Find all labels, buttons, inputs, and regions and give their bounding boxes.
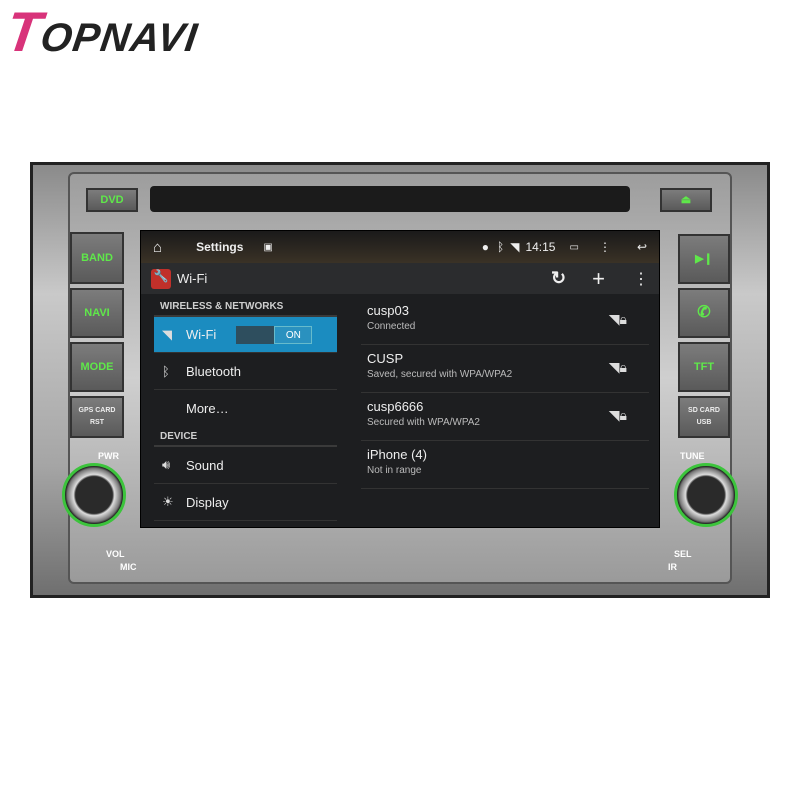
network-name: cusp03: [367, 303, 409, 318]
phone-icon: ✆: [697, 304, 711, 321]
network-item[interactable]: CUSP Saved, secured with WPA/WPA2 ◥🔒︎: [361, 345, 649, 393]
eject-icon: ⏏: [680, 194, 692, 206]
bluetooth-icon: ᛒ: [497, 240, 505, 254]
sel-label: SEL: [674, 549, 692, 559]
display-label: Display: [186, 494, 229, 510]
status-bar: ⌂ Settings ▣ ● ᛒ ◥ 14:15 ▭ ⋮ ↩: [141, 231, 659, 263]
network-status: Saved, secured with WPA/WPA2: [367, 369, 513, 380]
settings-app-icon: 🔧: [151, 268, 171, 289]
tune-label: TUNE: [680, 451, 705, 461]
wifi-lock-icon: ◥🔒︎: [608, 359, 627, 375]
topnavi-logo: TOPNAVI: [2, 0, 201, 63]
image-icon: ▣: [263, 241, 273, 253]
navi-button[interactable]: NAVI: [70, 288, 124, 338]
play-pause-icon: ▶❙: [695, 253, 713, 265]
sound-icon: 🔊︎: [162, 457, 171, 472]
play-pause-button[interactable]: ▶❙: [678, 234, 730, 284]
clock: 14:15: [525, 240, 556, 254]
mic-label: MIC: [120, 562, 137, 572]
settings-list: WIRELESS & NETWORKS ◥ Wi-Fi ON ᛒ Bluetooth …: [154, 297, 337, 521]
back-icon[interactable]: ↩: [637, 240, 647, 254]
network-item[interactable]: iPhone (4) Not in range: [361, 441, 649, 489]
band-button[interactable]: BAND: [70, 232, 124, 284]
network-item[interactable]: cusp03 Connected ◥🔒︎: [361, 297, 649, 345]
bluetooth-label: Bluetooth: [186, 363, 241, 379]
network-name: cusp6666: [367, 399, 424, 414]
section-wireless-networks: WIRELESS & NETWORKS: [154, 297, 337, 317]
action-title: Wi-Fi: [177, 271, 208, 286]
wifi-toggle[interactable]: ON: [236, 325, 313, 344]
network-item[interactable]: cusp6666 Secured with WPA/WPA2 ◥🔒︎: [361, 393, 649, 441]
network-name: CUSP: [367, 351, 404, 366]
network-name: iPhone (4): [367, 447, 427, 462]
display-icon: ☀︎: [162, 494, 174, 509]
eject-button[interactable]: ⏏: [660, 188, 712, 212]
dvd-button[interactable]: DVD: [86, 188, 138, 212]
ir-label: IR: [668, 562, 677, 572]
location-icon: ●: [481, 240, 490, 254]
menu-icon[interactable]: ⋮: [599, 240, 611, 254]
sd-card-usb-button[interactable]: SD CARD USB: [678, 396, 730, 438]
settings-item-wifi[interactable]: ◥ Wi-Fi ON: [154, 317, 337, 353]
refresh-icon[interactable]: ↻: [551, 268, 566, 289]
network-status: Secured with WPA/WPA2: [367, 417, 480, 428]
status-title: Settings: [196, 240, 244, 254]
settings-item-bluetooth[interactable]: ᛒ Bluetooth: [154, 353, 337, 390]
tft-button[interactable]: TFT: [678, 342, 730, 392]
add-network-icon[interactable]: +: [592, 266, 605, 292]
network-status: Not in range: [367, 465, 422, 476]
wifi-network-list: cusp03 Connected ◥🔒︎ CUSP Saved, secured wi…: [361, 297, 649, 489]
pwr-label: PWR: [98, 451, 119, 461]
overflow-menu-icon[interactable]: ⋮: [633, 269, 649, 289]
more-label: More…: [186, 401, 229, 416]
wifi-lock-icon: ◥🔒︎: [608, 311, 627, 327]
phone-button[interactable]: ✆: [678, 288, 730, 338]
wifi-label: Wi-Fi: [186, 327, 217, 342]
home-icon[interactable]: ⌂: [153, 239, 162, 256]
screenshot-icon[interactable]: ▭: [569, 242, 578, 253]
sound-label: Sound: [186, 457, 224, 473]
tune-knob[interactable]: [674, 463, 738, 527]
android-screen: ⌂ Settings ▣ ● ᛒ ◥ 14:15 ▭ ⋮ ↩ 🔧 Wi-Fi ↻…: [140, 230, 660, 528]
bluetooth-icon: ᛒ: [162, 363, 170, 379]
network-status: Connected: [367, 321, 416, 332]
mode-button[interactable]: MODE: [70, 342, 124, 392]
gps-card-rst-button[interactable]: GPS CARD RST: [70, 396, 124, 438]
section-device: DEVICE: [154, 427, 337, 447]
settings-item-more[interactable]: More…: [154, 390, 337, 427]
wifi-icon: ◥: [162, 326, 172, 342]
settings-item-sound[interactable]: 🔊︎ Sound: [154, 447, 337, 484]
wifi-lock-icon: ◥🔒︎: [608, 407, 627, 423]
wifi-status-icon: ◥: [510, 240, 520, 254]
disc-slot: [150, 186, 630, 212]
settings-item-display[interactable]: ☀︎ Display: [154, 484, 337, 521]
wifi-toggle-state: ON: [274, 325, 313, 344]
action-bar: 🔧 Wi-Fi ↻ + ⋮: [141, 263, 659, 294]
volume-knob[interactable]: [62, 463, 126, 527]
vol-label: VOL: [106, 549, 125, 559]
